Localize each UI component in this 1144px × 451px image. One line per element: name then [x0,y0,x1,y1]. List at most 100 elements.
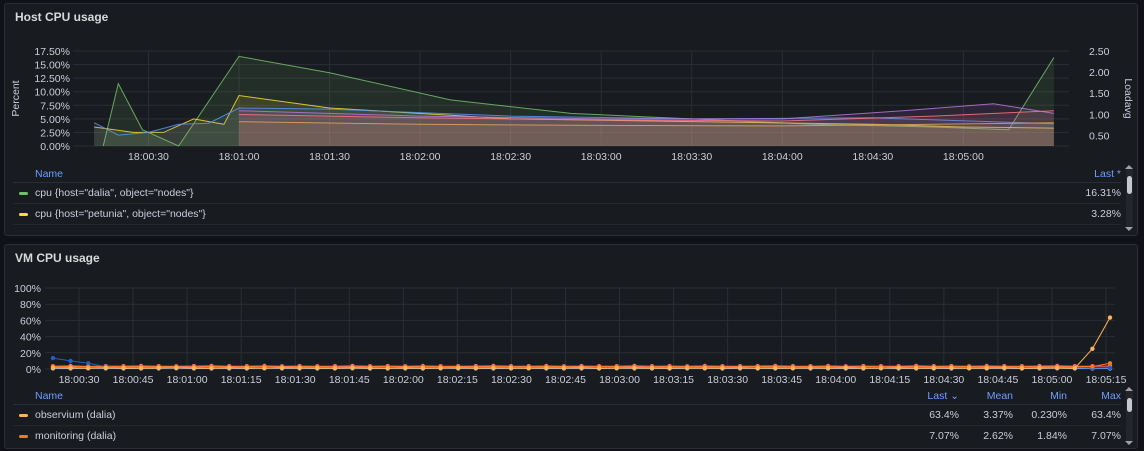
data-point[interactable] [1090,346,1095,351]
legend-row[interactable]: cpu {host="dalia", object="nodes"} 16.31% [13,183,1121,204]
data-point[interactable] [332,366,338,371]
legend-row[interactable]: cpu {host="nivaine", object="nodes"} 4.06… [13,225,1121,230]
legend-last-header[interactable]: Last * [1041,168,1121,180]
data-point[interactable] [103,365,109,371]
data-point[interactable] [843,365,848,371]
data-point[interactable] [279,365,285,371]
data-point[interactable] [1107,361,1113,366]
data-point[interactable] [596,366,602,371]
data-point[interactable] [561,365,567,371]
data-point[interactable] [438,365,443,371]
data-point[interactable] [1055,365,1060,371]
data-point[interactable] [1090,364,1095,369]
data-point[interactable] [878,365,884,371]
data-point[interactable] [984,365,989,371]
data-point[interactable] [790,366,796,371]
legend-row[interactable]: monitoring (dalia) 7.07% 2.62% 1.84% 7.07% [13,426,1121,444]
host-cpu-chart[interactable]: 0.00% 2.50%5.00% 7.50%10.00% 12.50%15.00% 17… [5,4,1139,169]
data-point[interactable] [491,365,496,371]
data-point[interactable] [949,365,954,371]
data-point[interactable] [896,365,901,371]
legend-name-header[interactable]: Name [13,390,897,402]
data-point[interactable] [50,365,56,370]
data-point[interactable] [174,365,179,371]
data-point[interactable] [420,366,426,371]
legend-series-name[interactable]: cpu {host="dalia", object="nodes"} [13,187,1041,199]
data-point[interactable] [632,365,637,371]
legend-row[interactable]: observium (dalia) 63.4% 3.37% 0.230% 63.4% [13,405,1121,426]
scroll-down-icon[interactable] [1125,227,1133,231]
data-point[interactable] [685,365,690,371]
data-point[interactable] [667,365,672,371]
vm-cpu-legend: Name Last ⌄ Mean Min Max observium (dali… [13,388,1121,444]
data-point[interactable] [403,365,408,371]
data-point[interactable] [367,365,373,371]
data-point[interactable] [825,365,831,371]
data-point[interactable] [1107,365,1113,370]
data-point[interactable] [931,365,936,371]
host-legend-scrollbar[interactable] [1125,165,1133,231]
legend-mean-header[interactable]: Mean [959,390,1013,402]
legend-header: Name Last * [13,166,1121,183]
scroll-up-icon[interactable] [1125,165,1133,169]
data-point[interactable] [544,365,549,371]
data-point[interactable] [1019,366,1025,371]
legend-series-name[interactable]: monitoring (dalia) [13,430,897,442]
data-point[interactable] [227,365,232,371]
series-color-swatch [19,192,28,195]
data-point[interactable] [720,365,725,371]
scroll-thumb[interactable] [1127,176,1132,194]
data-point[interactable] [262,366,267,371]
legend-name-header[interactable]: Name [13,168,1041,180]
legend-row[interactable]: cpu {host="petunia", object="nodes"} 3.28… [13,204,1121,225]
scroll-up-icon[interactable] [1125,387,1133,391]
data-point[interactable] [473,366,478,371]
data-point[interactable] [138,366,144,371]
data-point[interactable] [244,365,249,371]
data-point[interactable] [966,366,972,371]
legend-last-header[interactable]: Last ⌄ [897,390,959,402]
legend-max-value: 63.4% [1091,409,1121,421]
series-line[interactable] [52,317,1111,369]
data-point[interactable] [614,365,619,371]
data-point[interactable] [508,365,514,371]
data-point[interactable] [68,365,73,371]
data-point[interactable] [315,365,320,371]
data-point[interactable] [1107,315,1113,320]
data-point[interactable] [773,365,778,371]
data-point[interactable] [209,366,214,371]
data-point[interactable] [385,366,390,371]
data-point[interactable] [755,366,760,371]
legend-max-header[interactable]: Max [1067,390,1121,402]
data-point[interactable] [914,366,919,371]
data-point[interactable] [861,366,866,371]
data-point[interactable] [737,365,743,371]
data-point[interactable] [350,365,355,371]
data-point[interactable] [121,365,126,371]
data-point[interactable] [1002,365,1007,371]
data-point[interactable] [191,365,197,371]
data-point[interactable] [68,358,73,364]
legend-series-name[interactable]: observium (dalia) [13,409,897,421]
legend-series-label: cpu {host="nivaine", object="nodes"} [35,229,205,230]
vm-legend-scrollbar[interactable] [1125,387,1133,445]
data-point[interactable] [156,365,161,371]
data-point[interactable] [702,366,707,371]
legend-min-header[interactable]: Min [1013,390,1067,402]
data-point[interactable] [1072,366,1078,371]
legend-series-name[interactable]: cpu {host="petunia", object="nodes"} [13,208,1041,220]
data-point[interactable] [526,366,531,371]
data-point[interactable] [579,365,584,371]
data-point[interactable] [86,366,91,371]
data-point[interactable] [649,366,655,371]
data-point[interactable] [808,365,813,371]
scroll-down-icon[interactable] [1125,441,1133,445]
vm-cpu-chart[interactable]: 0% 20% 40% 60% 80% 100% 18:00:30 18:00:45 18:01:… [5,245,1139,390]
data-point[interactable] [1037,365,1042,371]
series-color-swatch [19,213,28,216]
data-point[interactable] [50,355,56,361]
legend-series-name[interactable]: cpu {host="nivaine", object="nodes"} [13,229,1041,230]
data-point[interactable] [456,365,461,371]
scroll-thumb[interactable] [1127,398,1132,412]
data-point[interactable] [297,365,302,371]
